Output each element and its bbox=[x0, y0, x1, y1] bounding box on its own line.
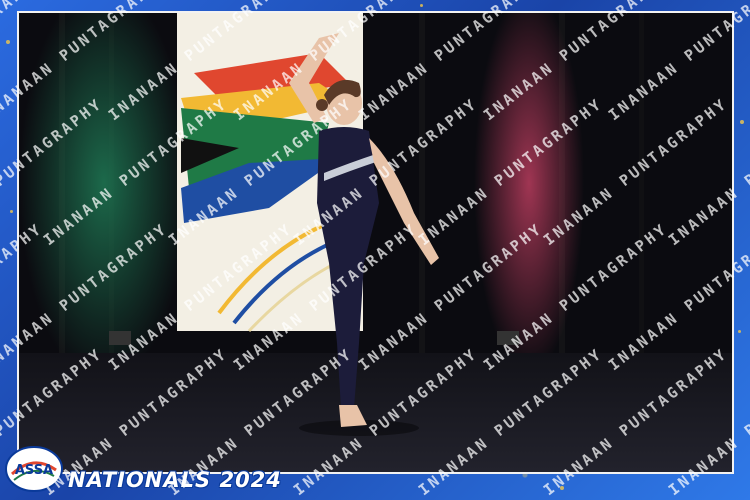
stage-floor bbox=[19, 353, 732, 472]
photo-frame: ASSA NATIONALS 2024 INANAAN PUNTAGRAPHYI… bbox=[0, 0, 750, 500]
floor-light-right bbox=[497, 331, 519, 345]
glitter-speck bbox=[6, 40, 10, 44]
glitter-speck bbox=[740, 120, 744, 124]
glitter-speck bbox=[10, 210, 13, 213]
glitter-speck bbox=[738, 330, 741, 333]
stage-scene bbox=[19, 13, 732, 472]
stage-photo bbox=[17, 11, 734, 474]
logo-text: ASSA bbox=[15, 463, 53, 478]
glitter-speck bbox=[560, 486, 564, 490]
glitter-speck bbox=[420, 4, 423, 7]
floor-light-left bbox=[109, 331, 131, 345]
event-title: NATIONALS 2024 bbox=[68, 468, 282, 492]
assa-logo: ASSA bbox=[4, 444, 64, 494]
